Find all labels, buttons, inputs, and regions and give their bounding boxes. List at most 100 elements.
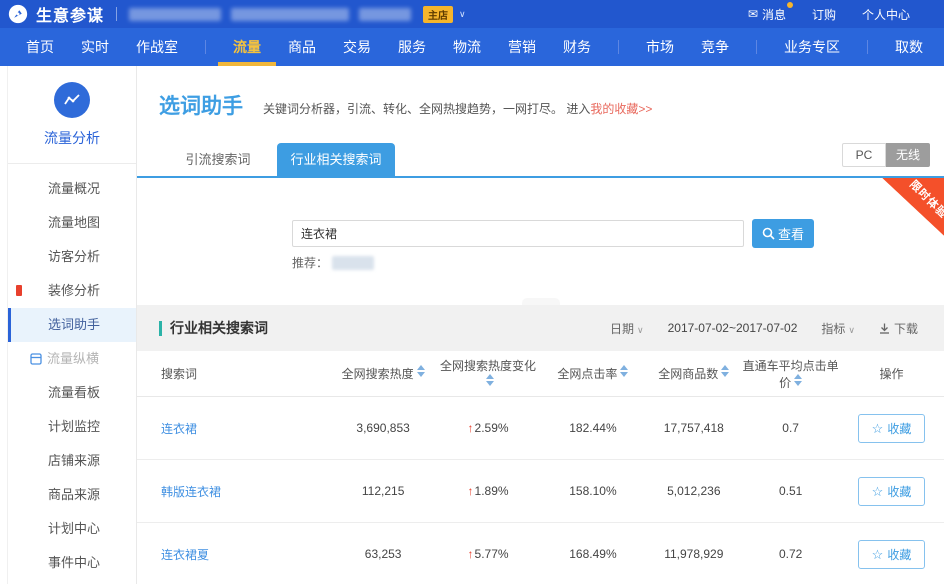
nav-item-finance[interactable]: 财务 bbox=[563, 28, 591, 66]
sort-icon[interactable] bbox=[417, 365, 425, 377]
chevron-down-icon: ∨ bbox=[848, 325, 855, 335]
search-button-label: 查看 bbox=[778, 224, 804, 243]
favorite-button[interactable]: ☆收藏 bbox=[858, 414, 926, 443]
sidebar-item-event-center[interactable]: 事件中心 bbox=[8, 546, 136, 580]
nav-item-data-extract[interactable]: 取数 bbox=[895, 28, 923, 66]
heat-change-text: 1.89% bbox=[475, 484, 509, 498]
main-shop-badge: 主店 bbox=[423, 6, 453, 23]
favorite-button-label: 收藏 bbox=[887, 546, 911, 563]
nav-item-logistics[interactable]: 物流 bbox=[453, 28, 481, 66]
sidebar-item-traffic-matrix[interactable]: 流量纵横 bbox=[8, 342, 136, 376]
nav-divider bbox=[756, 40, 757, 54]
nav-item-realtime[interactable]: 实时 bbox=[81, 28, 109, 66]
col-header-avg-cpc[interactable]: 直通车平均点击单价 bbox=[742, 357, 839, 391]
sidebar-item-shop-source[interactable]: 店铺来源 bbox=[8, 444, 136, 478]
date-filter[interactable]: 日期∨ bbox=[610, 320, 644, 337]
nav-item-competition[interactable]: 竞争 bbox=[701, 28, 729, 66]
product-count-value: 5,012,236 bbox=[645, 484, 742, 498]
matrix-icon bbox=[30, 353, 42, 365]
nav-item-service[interactable]: 服务 bbox=[398, 28, 426, 66]
sidebar-item-visitor-analysis[interactable]: 访客分析 bbox=[8, 240, 136, 274]
nav-item-trade[interactable]: 交易 bbox=[343, 28, 371, 66]
keyword-link[interactable]: 连衣裙夏 bbox=[161, 548, 209, 562]
col-header-product-count[interactable]: 全网商品数 bbox=[645, 365, 742, 382]
sidebar-item-word-assistant[interactable]: 选词助手 bbox=[8, 308, 136, 342]
col-header-heat-change[interactable]: 全网搜索热度变化 bbox=[436, 357, 541, 390]
keyword-search-input[interactable] bbox=[292, 220, 744, 247]
star-icon: ☆ bbox=[872, 422, 884, 435]
section-accent-bar bbox=[159, 321, 162, 336]
col-header-search-heat[interactable]: 全网搜索热度 bbox=[331, 365, 436, 382]
product-count-value: 11,978,929 bbox=[645, 547, 742, 561]
favorite-button[interactable]: ☆收藏 bbox=[858, 540, 926, 569]
sidebar-item-product-source[interactable]: 商品来源 bbox=[8, 478, 136, 512]
personal-center-link[interactable]: 个人中心 bbox=[862, 6, 910, 23]
subscribe-link[interactable]: 订购 bbox=[812, 6, 836, 23]
avg-cpc-value: 0.7 bbox=[742, 421, 839, 435]
toggle-wireless[interactable]: 无线 bbox=[886, 143, 930, 167]
product-count-value: 17,757,418 bbox=[645, 421, 742, 435]
sidebar: 流量分析 流量概况 流量地图 访客分析 装修分析 选词助手 流量纵横 流量看板 … bbox=[7, 66, 137, 584]
table-row: 连衣裙 3,690,853 ↑2.59% 182.44% 17,757,418 … bbox=[137, 397, 944, 460]
sort-icon[interactable] bbox=[794, 374, 802, 386]
table-row: 连衣裙夏 63,253 ↑5.77% 168.49% 11,978,929 0.… bbox=[137, 523, 944, 584]
up-arrow-icon: ↑ bbox=[468, 421, 474, 435]
sort-icon[interactable] bbox=[486, 374, 494, 386]
keyword-link[interactable]: 连衣裙 bbox=[161, 422, 197, 436]
page-title: 选词助手 bbox=[159, 90, 243, 120]
sidebar-item-traffic-overview[interactable]: 流量概况 bbox=[8, 172, 136, 206]
shop-name-redacted bbox=[359, 8, 411, 21]
avg-cpc-value: 0.51 bbox=[742, 484, 839, 498]
my-favorites-link[interactable]: 我的收藏>> bbox=[590, 102, 652, 116]
messages-link[interactable]: ✉ 消息 bbox=[748, 6, 786, 23]
favorite-button-label: 收藏 bbox=[887, 483, 911, 500]
toggle-pc[interactable]: PC bbox=[842, 143, 886, 167]
up-arrow-icon: ↑ bbox=[468, 484, 474, 498]
traffic-analysis-icon bbox=[54, 82, 90, 118]
search-view-button[interactable]: 查看 bbox=[752, 219, 814, 248]
nav-item-war-room[interactable]: 作战室 bbox=[136, 28, 178, 66]
tab-industry-related-search-words[interactable]: 行业相关搜索词 bbox=[277, 143, 395, 176]
ctr-value: 182.44% bbox=[540, 421, 645, 435]
sidebar-item-plan-center[interactable]: 计划中心 bbox=[8, 512, 136, 546]
nav-item-marketing[interactable]: 营销 bbox=[508, 28, 536, 66]
search-heat-value: 63,253 bbox=[331, 547, 436, 561]
recommended-keyword-redacted[interactable] bbox=[332, 256, 374, 270]
device-toggle: PC 无线 bbox=[842, 143, 930, 167]
favorite-button[interactable]: ☆收藏 bbox=[858, 477, 926, 506]
download-icon bbox=[879, 323, 890, 334]
nav-item-market[interactable]: 市场 bbox=[646, 28, 674, 66]
heat-change-value: ↑2.59% bbox=[436, 421, 541, 435]
sidebar-item-plan-monitor[interactable]: 计划监控 bbox=[8, 410, 136, 444]
col-header-ctr[interactable]: 全网点击率 bbox=[540, 365, 645, 382]
brand-name: 生意参谋 bbox=[36, 2, 104, 26]
keyword-link[interactable]: 韩版连衣裙 bbox=[161, 485, 221, 499]
table-row: 韩版连衣裙 112,215 ↑1.89% 158.10% 5,012,236 0… bbox=[137, 460, 944, 523]
nav-item-traffic[interactable]: 流量 bbox=[233, 28, 261, 66]
metric-filter[interactable]: 指标∨ bbox=[821, 320, 855, 337]
table-header-row: 搜索词 全网搜索热度 全网搜索热度变化 全网点击率 全网商品数 直通车平均点击单… bbox=[137, 351, 944, 397]
nav-item-products[interactable]: 商品 bbox=[288, 28, 316, 66]
shop-switch-chevron-icon[interactable]: ∨ bbox=[459, 9, 466, 20]
sidebar-item-traffic-dashboard[interactable]: 流量看板 bbox=[8, 376, 136, 410]
sort-icon[interactable] bbox=[721, 365, 729, 377]
col-header-label: 全网商品数 bbox=[658, 367, 718, 381]
main-nav: 首页 实时 作战室 流量 商品 交易 服务 物流 营销 财务 市场 竞争 业务专… bbox=[0, 28, 944, 66]
recommend-label: 推荐： bbox=[292, 254, 328, 271]
search-heat-value: 112,215 bbox=[331, 484, 436, 498]
sidebar-item-label: 流量纵横 bbox=[47, 342, 99, 376]
sort-icon[interactable] bbox=[620, 365, 628, 377]
search-words-table: 搜索词 全网搜索热度 全网搜索热度变化 全网点击率 全网商品数 直通车平均点击单… bbox=[137, 351, 944, 584]
shop-name-redacted bbox=[231, 8, 349, 21]
nav-item-business-zone[interactable]: 业务专区 bbox=[784, 28, 840, 66]
download-button[interactable]: 下载 bbox=[879, 320, 918, 337]
hot-badge-icon bbox=[16, 285, 22, 296]
tab-inflow-search-words[interactable]: 引流搜索词 bbox=[159, 143, 277, 176]
sidebar-item-decoration-analysis[interactable]: 装修分析 bbox=[8, 274, 136, 308]
search-heat-value: 3,690,853 bbox=[331, 421, 436, 435]
nav-item-home[interactable]: 首页 bbox=[26, 28, 54, 66]
sidebar-item-traffic-map[interactable]: 流量地图 bbox=[8, 206, 136, 240]
nav-divider bbox=[867, 40, 868, 54]
collapse-notch[interactable] bbox=[522, 298, 560, 305]
section-header: 行业相关搜索词 日期∨ 2017-07-02~2017-07-02 指标∨ 下载 bbox=[137, 305, 944, 351]
